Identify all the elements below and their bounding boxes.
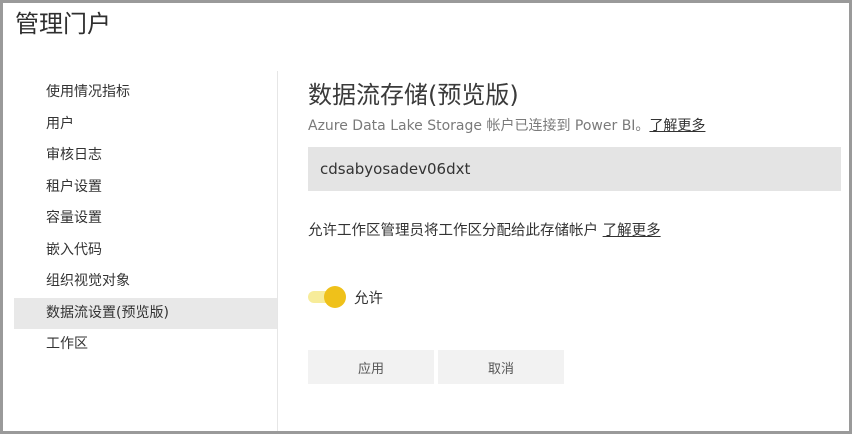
sidebar-divider: [277, 71, 278, 431]
sidebar-item-dataflow-settings[interactable]: 数据流设置(预览版): [14, 297, 278, 329]
sidebar-item-tenant-settings[interactable]: 租户设置: [14, 172, 278, 204]
permission-learn-more-link[interactable]: 了解更多: [603, 223, 661, 239]
sidebar-item-users[interactable]: 用户: [14, 109, 278, 141]
toggle-knob: [324, 286, 346, 308]
sidebar-item-workspaces[interactable]: 工作区: [14, 329, 278, 361]
storage-connected-text: Azure Data Lake Storage 帐户已连接到 Power BI。…: [308, 115, 705, 137]
sidebar: 使用情况指标 用户 审核日志 租户设置 容量设置 嵌入代码 组织视觉对象 数据流…: [14, 77, 278, 361]
learn-more-link[interactable]: 了解更多: [649, 118, 705, 134]
storage-account-field[interactable]: [308, 147, 841, 191]
sidebar-item-embed-codes[interactable]: 嵌入代码: [14, 235, 278, 267]
sidebar-item-capacity-settings[interactable]: 容量设置: [14, 203, 278, 235]
sidebar-item-audit-logs[interactable]: 审核日志: [14, 140, 278, 172]
cancel-button[interactable]: 取消: [438, 350, 564, 384]
permission-label: 允许工作区管理员将工作区分配给此存储帐户: [308, 223, 598, 239]
page-title: 管理门户: [15, 10, 111, 38]
admin-portal-window: 管理门户 使用情况指标 用户 审核日志 租户设置 容量设置 嵌入代码 组织视觉对…: [0, 0, 852, 434]
permission-description: 允许工作区管理员将工作区分配给此存储帐户 了解更多: [308, 219, 661, 243]
apply-button[interactable]: 应用: [308, 350, 434, 384]
section-title: 数据流存储(预览版): [308, 81, 519, 109]
allow-toggle[interactable]: [308, 285, 348, 309]
sidebar-item-usage-metrics[interactable]: 使用情况指标: [14, 77, 278, 109]
allow-toggle-row: 允许: [308, 285, 383, 309]
sidebar-item-organization-visuals[interactable]: 组织视觉对象: [14, 266, 278, 298]
allow-toggle-label: 允许: [354, 290, 383, 307]
storage-connected-label: Azure Data Lake Storage 帐户已连接到 Power BI。: [308, 118, 650, 134]
